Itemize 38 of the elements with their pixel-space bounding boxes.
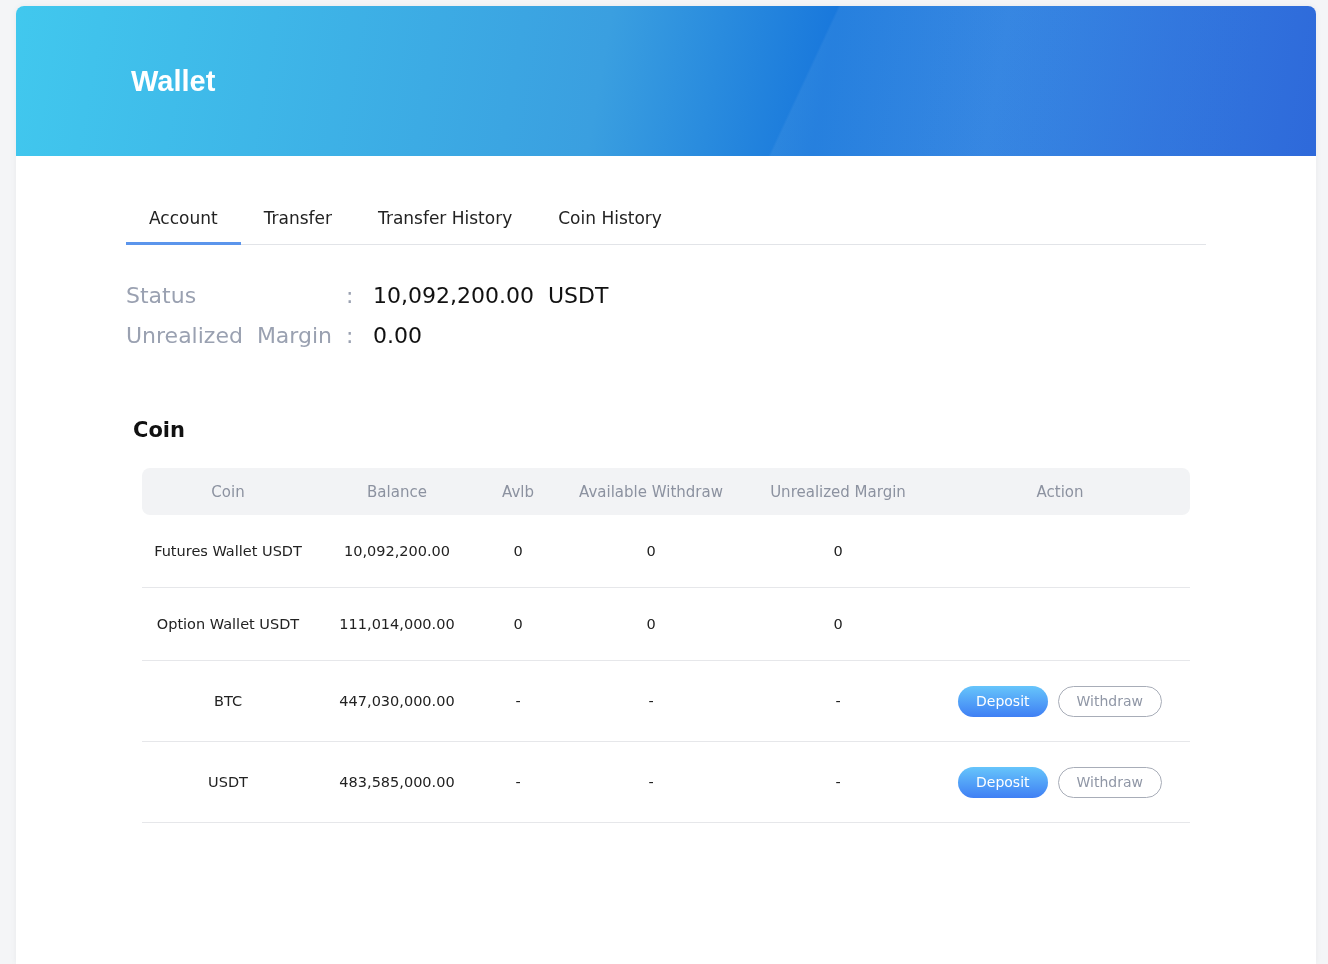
tab[interactable]: Transfer History	[355, 196, 536, 245]
table-cell-text: BTC	[212, 693, 244, 709]
table-cell-text: -	[834, 774, 842, 790]
section-title: Coin	[133, 418, 186, 442]
column-header: Avlb	[501, 482, 535, 501]
page-title: Wallet	[131, 64, 216, 98]
table-cell-text: -	[647, 774, 655, 790]
table-cell-text: -	[514, 774, 522, 790]
table-cell-text: USDT	[207, 774, 249, 790]
table-cell-text: 0	[645, 616, 657, 632]
column-header: Coin	[210, 482, 246, 501]
table-cell-text: Option Wallet USDT	[155, 616, 301, 632]
tab[interactable]: Transfer	[240, 196, 355, 245]
column-header: Unrealized Margin	[769, 482, 907, 501]
tab[interactable]: Account	[126, 196, 241, 245]
table-cell-text: 0	[832, 543, 844, 559]
summary-label: Unrealized Margin	[126, 322, 334, 348]
table-cell-text: 0	[645, 543, 657, 559]
summary-label: Status	[126, 282, 198, 308]
tab[interactable]: Coin History	[535, 196, 685, 245]
column-header: Balance	[366, 482, 428, 501]
table-cell-text: 483,585,000.00	[338, 774, 456, 790]
summary-value: 0.00	[373, 322, 422, 348]
table-cell-text: 0	[512, 543, 524, 559]
column-header: Action	[1035, 482, 1085, 501]
table-cell-text: -	[514, 693, 522, 709]
table-cell-text: -	[834, 693, 842, 709]
table-cell-text: 111,014,000.00	[338, 616, 456, 632]
table-cell-text: -	[647, 693, 655, 709]
table-cell-text: Futures Wallet USDT	[153, 543, 303, 559]
separator: :	[346, 322, 355, 348]
table-cell-text: 0	[832, 616, 844, 632]
table-cell-text: 447,030,000.00	[338, 693, 456, 709]
separator: :	[346, 282, 355, 308]
summary-value: 10,092,200.00 USDT	[373, 282, 609, 308]
table-cell-text: 0	[512, 616, 524, 632]
column-header: Available Withdraw	[578, 482, 724, 501]
table-cell-text: 10,092,200.00	[342, 543, 452, 559]
